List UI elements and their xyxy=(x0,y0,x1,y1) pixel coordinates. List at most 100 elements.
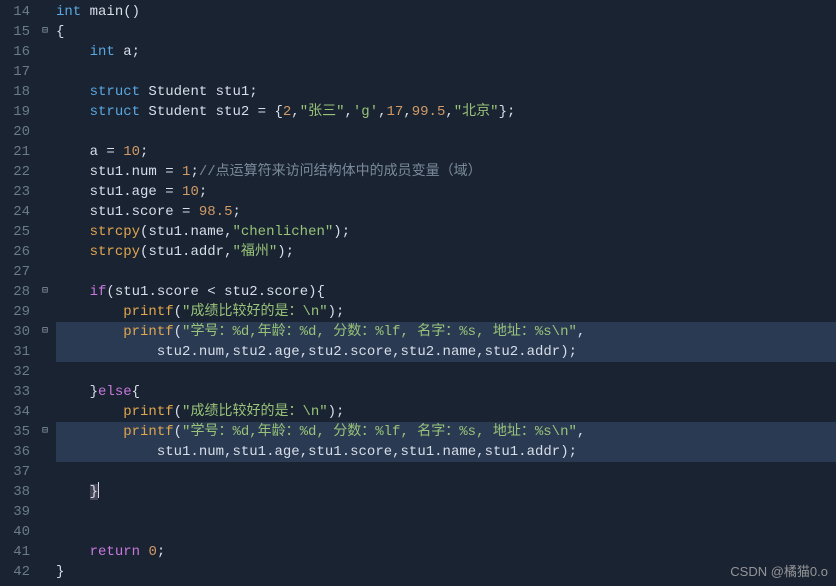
code-token xyxy=(190,204,198,220)
fold-marker[interactable] xyxy=(38,42,52,62)
code-token xyxy=(56,44,90,60)
fold-marker[interactable] xyxy=(38,362,52,382)
code-token: () xyxy=(123,4,140,20)
code-line[interactable]: stu1.num,stu1.age,stu1.score,stu1.name,s… xyxy=(56,442,836,462)
fold-marker[interactable] xyxy=(38,222,52,242)
code-line[interactable]: stu1.age = 10; xyxy=(56,182,836,202)
code-line[interactable]: printf("学号：%d,年龄：%d, 分数：%lf, 名字：%s, 地址：%… xyxy=(56,422,836,442)
code-token: name xyxy=(443,444,477,460)
fold-column[interactable]: ⊟ ⊟ ⊟ ⊟ xyxy=(38,0,52,586)
fold-marker[interactable]: ⊟ xyxy=(38,422,52,442)
code-token: . xyxy=(518,444,526,460)
code-token: stu1 xyxy=(148,224,182,240)
code-line[interactable]: strcpy(stu1.addr,"福州"); xyxy=(56,242,836,262)
code-line[interactable] xyxy=(56,522,836,542)
fold-marker[interactable] xyxy=(38,502,52,522)
code-line[interactable]: printf("成绩比较好的是：\n"); xyxy=(56,402,836,422)
fold-marker[interactable]: ⊟ xyxy=(38,322,52,342)
code-line[interactable]: int main() xyxy=(56,2,836,22)
fold-marker[interactable] xyxy=(38,342,52,362)
code-line[interactable]: stu1.score = 98.5; xyxy=(56,202,836,222)
code-line[interactable] xyxy=(56,262,836,282)
fold-marker[interactable] xyxy=(38,542,52,562)
code-line[interactable] xyxy=(56,62,836,82)
code-token: "chenlichen" xyxy=(232,224,333,240)
code-token: . xyxy=(342,444,350,460)
code-token: int xyxy=(56,4,81,20)
line-number: 39 xyxy=(0,502,30,522)
line-number: 29 xyxy=(0,302,30,322)
fold-marker[interactable] xyxy=(38,202,52,222)
line-number-gutter: 1415161718192021222324252627282930313233… xyxy=(0,0,38,586)
code-token: { xyxy=(132,384,140,400)
fold-marker[interactable] xyxy=(38,142,52,162)
fold-marker[interactable] xyxy=(38,482,52,502)
fold-marker[interactable]: ⊟ xyxy=(38,22,52,42)
fold-marker[interactable] xyxy=(38,2,52,22)
line-number: 25 xyxy=(0,222,30,242)
code-token: { xyxy=(274,104,282,120)
code-token xyxy=(56,84,90,100)
code-line[interactable]: strcpy(stu1.name,"chenlichen"); xyxy=(56,222,836,242)
code-line[interactable]: struct Student stu1; xyxy=(56,82,836,102)
fold-marker[interactable] xyxy=(38,122,52,142)
fold-marker[interactable] xyxy=(38,262,52,282)
code-token: , xyxy=(392,344,400,360)
fold-marker[interactable] xyxy=(38,562,52,582)
code-token: ( xyxy=(174,324,182,340)
code-line[interactable]: if(stu1.score < stu2.score){ xyxy=(56,282,836,302)
line-number: 27 xyxy=(0,262,30,282)
code-line[interactable] xyxy=(56,362,836,382)
code-line[interactable]: struct Student stu2 = {2,"张三",'g',17,99.… xyxy=(56,102,836,122)
fold-marker[interactable] xyxy=(38,62,52,82)
code-editor[interactable]: 1415161718192021222324252627282930313233… xyxy=(0,0,836,586)
code-line[interactable]: printf("成绩比较好的是：\n"); xyxy=(56,302,836,322)
code-line[interactable]: int a; xyxy=(56,42,836,62)
code-line[interactable]: a = 10; xyxy=(56,142,836,162)
fold-marker[interactable] xyxy=(38,402,52,422)
code-line[interactable]: } xyxy=(56,482,836,502)
code-token: score xyxy=(266,284,308,300)
code-line[interactable]: stu1.num = 1;//点运算符来访问结构体中的成员变量（域） xyxy=(56,162,836,182)
fold-marker[interactable] xyxy=(38,302,52,322)
fold-marker[interactable] xyxy=(38,102,52,122)
code-token: Student stu2 xyxy=(140,104,258,120)
code-token: . xyxy=(258,284,266,300)
fold-marker[interactable] xyxy=(38,182,52,202)
fold-marker[interactable] xyxy=(38,462,52,482)
code-line[interactable]: } xyxy=(56,562,836,582)
code-token xyxy=(115,144,123,160)
fold-marker[interactable] xyxy=(38,82,52,102)
code-token: "北京" xyxy=(454,104,499,120)
code-line[interactable] xyxy=(56,462,836,482)
code-token: ( xyxy=(174,424,182,440)
code-line[interactable]: return 0; xyxy=(56,542,836,562)
code-token: , xyxy=(476,344,484,360)
code-token: "成绩比较好的是：\n" xyxy=(182,404,328,420)
code-line[interactable]: }else{ xyxy=(56,382,836,402)
fold-marker[interactable]: ⊟ xyxy=(38,282,52,302)
code-token: ); xyxy=(560,444,577,460)
code-token: score xyxy=(132,204,182,220)
code-line[interactable] xyxy=(56,502,836,522)
code-token xyxy=(56,404,123,420)
code-area[interactable]: int main(){ int a; struct Student stu1; … xyxy=(52,0,836,586)
code-token: stu1 xyxy=(148,244,182,260)
code-line[interactable]: stu2.num,stu2.age,stu2.score,stu2.name,s… xyxy=(56,342,836,362)
fold-marker[interactable] xyxy=(38,162,52,182)
code-token: strcpy xyxy=(90,224,140,240)
fold-marker[interactable] xyxy=(38,442,52,462)
code-token: printf xyxy=(123,424,173,440)
code-line[interactable] xyxy=(56,122,836,142)
code-token: num xyxy=(199,344,224,360)
fold-marker[interactable] xyxy=(38,242,52,262)
fold-marker[interactable] xyxy=(38,382,52,402)
code-token: printf xyxy=(123,324,173,340)
code-token xyxy=(56,104,90,120)
code-token: . xyxy=(190,444,198,460)
fold-marker[interactable] xyxy=(38,522,52,542)
code-line[interactable]: { xyxy=(56,22,836,42)
code-token: . xyxy=(342,344,350,360)
code-line[interactable]: printf("学号：%d,年龄：%d, 分数：%lf, 名字：%s, 地址：%… xyxy=(56,322,836,342)
line-number: 42 xyxy=(0,562,30,582)
